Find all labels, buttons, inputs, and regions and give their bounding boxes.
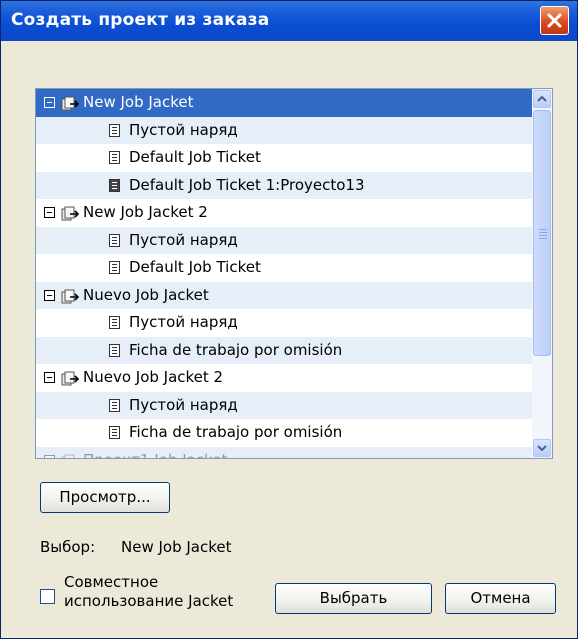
job-ticket-icon (109, 261, 120, 274)
share-jacket-checkbox[interactable] (40, 589, 55, 604)
job-ticket-icon (109, 178, 120, 192)
job-jacket-tree[interactable]: New Job Jacket Пустой наряд Default Job Ti… (35, 88, 553, 459)
tree-item-label: Default Job Ticket 1:Proyecto13 (129, 175, 365, 194)
tree-item-ticket[interactable]: Пустой наряд (36, 309, 532, 337)
window-title: Создать проект из заказа (11, 10, 270, 30)
tree-item-label: Default Job Ticket (129, 258, 261, 276)
tree-item-label: Nuevo Job Jacket (83, 285, 209, 304)
collapse-minus-icon[interactable] (44, 372, 55, 383)
tree-item-label: Проект1 Job Jacket (83, 447, 227, 459)
tree-rows: New Job Jacket Пустой наряд Default Job Ti… (36, 89, 532, 459)
tree-item-ticket[interactable]: Default Job Ticket (36, 254, 532, 282)
title-bar[interactable]: Создать проект из заказа (1, 1, 577, 41)
job-ticket-icon (109, 398, 120, 412)
chevron-down-icon (537, 445, 547, 452)
tree-item-label: Nuevo Job Jacket 2 (83, 368, 224, 386)
tree-item-jacket[interactable]: Проект1 Job Jacket (36, 446, 532, 459)
tree-item-label: Ficha de trabajo por omisión (129, 423, 343, 441)
scroll-thumb[interactable] (533, 110, 551, 356)
job-ticket-icon (109, 343, 120, 357)
job-ticket-icon (109, 233, 120, 247)
close-x-icon (547, 13, 562, 28)
tree-item-label: Default Job Ticket (129, 148, 261, 166)
dialog-window: Создать проект из заказа New Job Jacket П… (0, 0, 578, 639)
select-button[interactable]: Выбрать (275, 583, 432, 614)
tree-item-label: New Job Jacket 2 (83, 203, 208, 221)
tree-item-label: New Job Jacket (83, 93, 194, 111)
collapse-minus-icon[interactable] (44, 454, 55, 458)
selection-value: New Job Jacket (121, 538, 232, 556)
tree-item-ticket[interactable]: Default Job Ticket (36, 144, 532, 172)
tree-item-label: Пустой наряд (129, 395, 238, 414)
job-ticket-icon (109, 123, 120, 137)
cancel-button[interactable]: Отмена (445, 583, 556, 614)
tree-item-ticket[interactable]: Default Job Ticket 1:Proyecto13 (36, 171, 532, 199)
browse-button[interactable]: Просмотр... (40, 482, 170, 513)
scroll-down-button[interactable] (533, 439, 551, 457)
collapse-minus-icon[interactable] (44, 97, 55, 108)
tree-item-ticket[interactable]: Пустой наряд (36, 226, 532, 254)
tree-item-jacket[interactable]: New Job Jacket (36, 89, 532, 117)
selection-label: Выбор: (40, 538, 96, 556)
job-jacket-icon (61, 452, 81, 458)
share-jacket-label-line2: использование Jacket (64, 592, 234, 610)
job-ticket-icon (109, 426, 120, 439)
job-ticket-icon (109, 151, 120, 164)
close-button[interactable] (540, 6, 569, 35)
collapse-minus-icon[interactable] (44, 207, 55, 218)
tree-item-label: Пустой наряд (129, 313, 238, 331)
share-jacket-label-line1: Совместное (64, 573, 159, 591)
collapse-minus-icon[interactable] (44, 289, 55, 301)
tree-item-label: Пустой наряд (129, 230, 238, 249)
tree-item-label: Ficha de trabajo por omisión (129, 340, 343, 359)
tree-item-ticket[interactable]: Ficha de trabajo por omisión (36, 419, 532, 447)
tree-item-jacket[interactable]: New Job Jacket 2 (36, 199, 532, 227)
scroll-up-button[interactable] (533, 90, 551, 108)
tree-item-jacket[interactable]: Nuevo Job Jacket (36, 281, 532, 309)
tree-item-ticket[interactable]: Пустой наряд (36, 116, 532, 144)
tree-item-ticket[interactable]: Пустой наряд (36, 391, 532, 419)
tree-item-ticket[interactable]: Ficha de trabajo por omisión (36, 336, 532, 364)
job-ticket-icon (109, 316, 120, 329)
tree-item-jacket[interactable]: Nuevo Job Jacket 2 (36, 364, 532, 392)
tree-item-label: Пустой наряд (129, 120, 238, 139)
chevron-up-icon (537, 95, 547, 102)
vertical-scrollbar[interactable] (532, 89, 552, 458)
